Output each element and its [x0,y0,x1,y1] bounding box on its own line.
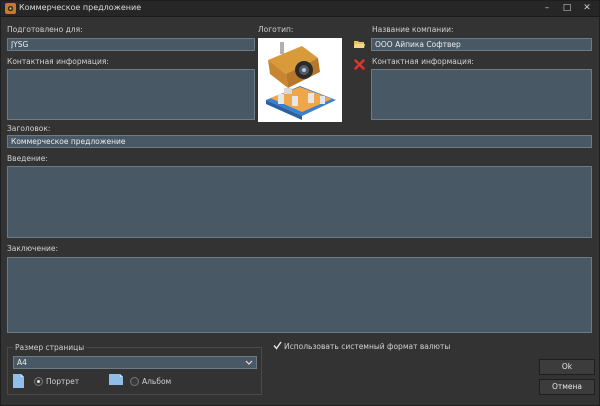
chevron-down-icon [245,360,253,365]
currency-format-checkbox[interactable] [273,341,282,350]
contact-right-label: Контактная информация: [372,57,474,66]
prepared-for-label: Подготовлено для: [7,25,83,34]
conclusion-label: Заключение: [7,244,59,253]
page-size-group-title: Размер страницы [13,343,87,352]
logo-image[interactable] [258,38,342,122]
prepared-for-input[interactable] [7,38,255,51]
page-size-value: A4 [17,358,27,367]
intro-textarea[interactable] [7,166,592,238]
landscape-label: Альбом [142,377,172,386]
title-bar[interactable]: Коммерческое предложение – □ ✕ [1,1,599,17]
proposal-dialog: Коммерческое предложение – □ ✕ Подготовл… [0,0,600,406]
portrait-radio[interactable] [34,377,43,386]
folder-open-icon[interactable] [354,39,365,50]
cancel-button[interactable]: Отмена [539,379,595,395]
logo-label: Логотип: [258,25,294,34]
maximize-icon[interactable]: □ [557,2,577,15]
page-size-select[interactable]: A4 [13,356,257,369]
company-name-input[interactable] [371,38,592,51]
security-camera-logo [266,42,336,120]
portrait-label: Портрет [46,377,80,386]
contact-left-textarea[interactable] [7,69,255,120]
delete-x-icon[interactable] [354,59,365,70]
heading-input[interactable] [7,135,592,148]
landscape-page-icon [109,374,123,385]
contact-right-textarea[interactable] [371,69,592,120]
minimize-icon[interactable]: – [537,2,557,15]
contact-left-label: Контактная информация: [7,57,109,66]
app-logo-icon [5,3,16,14]
landscape-radio[interactable] [130,377,139,386]
window-title: Коммерческое предложение [19,3,142,12]
heading-label: Заголовок: [7,124,51,133]
ok-button[interactable]: Ok [539,359,595,375]
intro-label: Введение: [7,154,48,163]
portrait-page-icon [13,374,24,388]
page-size-group [7,347,262,395]
currency-format-label[interactable]: Использовать системный формат валюты [284,342,450,351]
conclusion-textarea[interactable] [7,257,592,333]
close-icon[interactable]: ✕ [577,2,597,15]
company-name-label: Название компании: [372,25,454,34]
